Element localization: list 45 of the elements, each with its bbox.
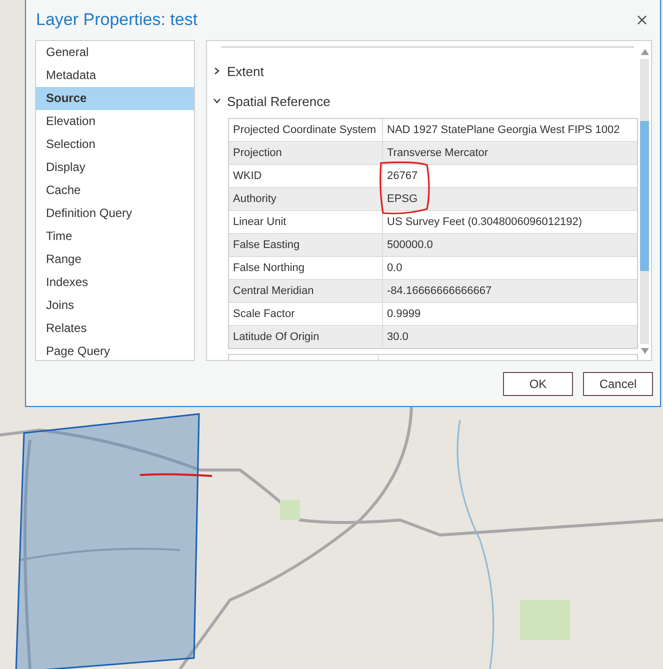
sidebar-item[interactable]: Source	[36, 87, 194, 110]
table-cell: Linear Unit	[229, 211, 383, 233]
table-cell: Central Meridian	[229, 280, 383, 302]
sidebar-item[interactable]: Joins	[36, 294, 194, 317]
scroll-down-icon	[640, 348, 648, 354]
sidebar-item[interactable]: Indexes	[36, 271, 194, 294]
cancel-button[interactable]: Cancel	[583, 372, 653, 396]
table-cell: Scale Factor	[229, 303, 383, 325]
table-cell-text: 0.9999	[386, 307, 422, 322]
table-cell-text: 30.0	[386, 330, 410, 345]
section-header[interactable]: Extent	[213, 56, 264, 86]
sidebar-item[interactable]: Elevation	[36, 110, 194, 133]
sidebar-item[interactable]: General	[36, 41, 194, 64]
chevron-right-icon	[213, 67, 221, 75]
sidebar-item[interactable]: Definition Query	[36, 202, 194, 225]
section-header[interactable]: Spatial Reference	[213, 86, 330, 116]
table-cell: Latitude Of Origin	[229, 326, 383, 348]
table-cell: False Easting	[229, 234, 383, 256]
sidebar-item[interactable]: Relates	[36, 317, 194, 340]
table-cell: WKID	[229, 165, 383, 187]
table-cell: False Northing	[229, 257, 383, 279]
chevron-down-icon	[213, 97, 221, 105]
sidebar-item[interactable]: Selection	[36, 133, 194, 156]
table-cell-text: 0.0	[386, 261, 404, 276]
close-icon	[637, 15, 647, 25]
table-cell-text: EPSG	[386, 192, 419, 207]
sidebar-item[interactable]: Metadata	[36, 64, 194, 87]
sidebar-item[interactable]: Page Query	[36, 340, 194, 363]
sidebar-item[interactable]: Time	[36, 225, 194, 248]
sidebar-item[interactable]: Display	[36, 156, 194, 179]
window-title: Layer Properties: test	[36, 10, 198, 30]
sidebar-item[interactable]: Cache	[36, 179, 194, 202]
table-cell-text: Transverse Mercator	[386, 146, 490, 161]
table-cell: Authority	[229, 188, 383, 210]
table-cell-text: 500000.0	[386, 238, 434, 253]
table-cell-text: -84.16666666666667	[386, 284, 493, 299]
table-cell-text: US Survey Feet (0.3048006096012192)	[386, 215, 584, 230]
scroll-up-icon	[640, 49, 648, 55]
ok-button[interactable]: OK	[503, 372, 573, 396]
table-cell-text: 26767	[386, 169, 419, 184]
table-cell: Projected Coordinate System	[229, 119, 383, 141]
table-cell-text: NAD 1927 StatePlane Georgia West FIPS 1002	[386, 123, 621, 138]
scrollbar-thumb[interactable]	[640, 121, 649, 271]
sidebar-item[interactable]: Range	[36, 248, 194, 271]
table-cell: Projection	[229, 142, 383, 164]
